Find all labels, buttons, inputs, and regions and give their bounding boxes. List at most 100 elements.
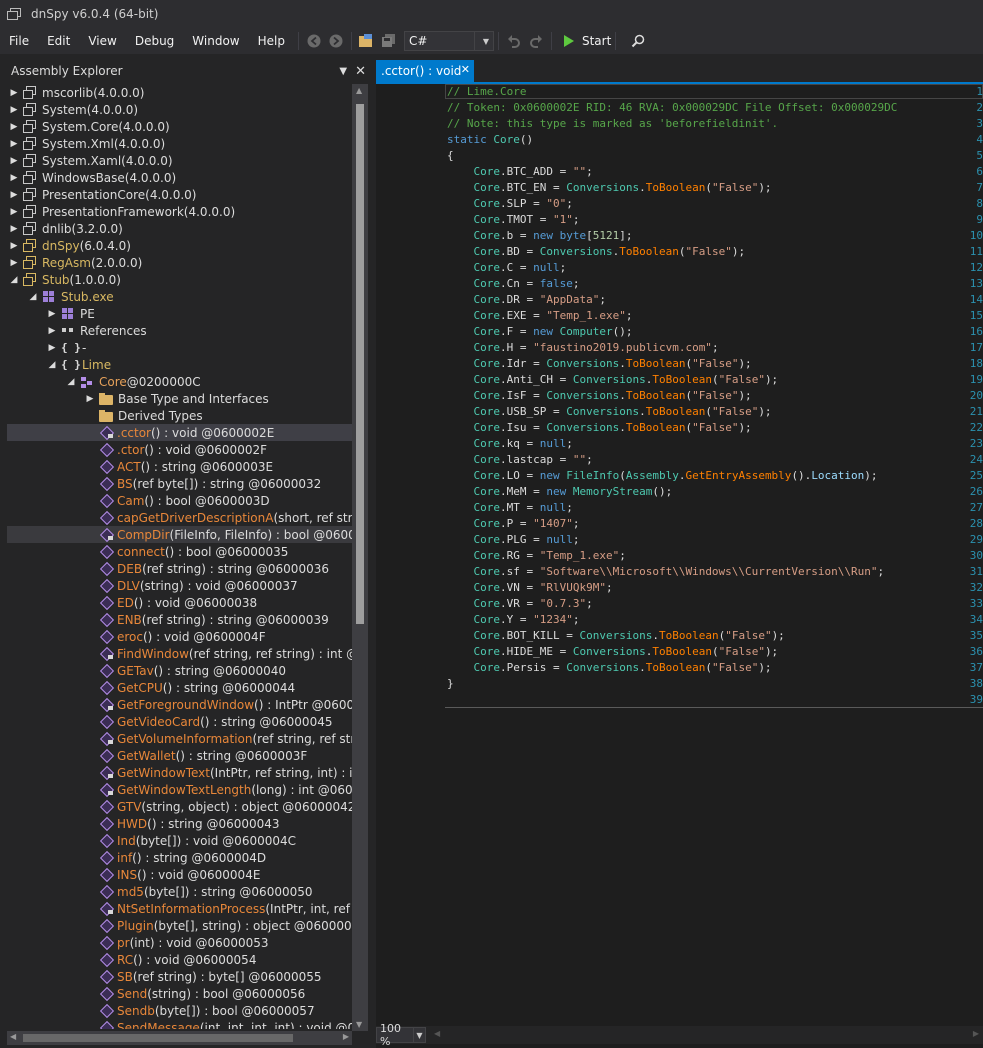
tree-item[interactable]: ▶ References bbox=[7, 322, 352, 339]
chevron-down-icon[interactable]: ▼ bbox=[414, 1027, 426, 1043]
tree-item[interactable]: ▶ dnSpy (6.0.4.0) bbox=[7, 237, 352, 254]
tree-item[interactable]: md5 (byte[]) : string @06000050 bbox=[7, 883, 352, 900]
scroll-right-icon[interactable]: ▶ bbox=[973, 1029, 979, 1038]
tree-item[interactable]: SendMessage (int, int, int, int) : void @… bbox=[7, 1019, 352, 1030]
tree-item[interactable]: DEB (ref string) : string @06000036 bbox=[7, 560, 352, 577]
tree-item[interactable]: connect() : bool @06000035 bbox=[7, 543, 352, 560]
expand-arrow-icon[interactable]: ▶ bbox=[47, 309, 57, 319]
tree-item[interactable]: GetWindowTextLength(long) : int @0600004 bbox=[7, 781, 352, 798]
tree-item[interactable]: Ind (byte[]) : void @0600004C bbox=[7, 832, 352, 849]
tree-item[interactable]: DLV (string) : void @06000037 bbox=[7, 577, 352, 594]
tree-item[interactable]: ▶ System.Xml (4.0.0.0) bbox=[7, 135, 352, 152]
close-icon[interactable]: ✕ bbox=[355, 64, 366, 79]
tree-item[interactable]: ▶ RegAsm (2.0.0.0) bbox=[7, 254, 352, 271]
tree-item[interactable]: eroc() : void @0600004F bbox=[7, 628, 352, 645]
tree-item[interactable]: GETav() : string @06000040 bbox=[7, 662, 352, 679]
scroll-left-icon[interactable]: ◀ bbox=[10, 1032, 16, 1041]
tree-vertical-scrollbar[interactable]: ▲ ▼ bbox=[352, 84, 368, 1031]
tree-item[interactable]: ▶ PresentationFramework (4.0.0.0) bbox=[7, 203, 352, 220]
expand-arrow-icon[interactable]: ▶ bbox=[85, 394, 95, 404]
tree-item[interactable]: ▶ System.Xaml (4.0.0.0) bbox=[7, 152, 352, 169]
expand-arrow-icon[interactable]: ▶ bbox=[9, 224, 19, 234]
tree-item[interactable]: ◢ { } Lime bbox=[7, 356, 352, 373]
scroll-left-icon[interactable]: ◀ bbox=[434, 1029, 440, 1038]
expand-arrow-icon[interactable]: ▶ bbox=[47, 326, 57, 336]
tree-item[interactable]: GetWindowText (IntPtr, ref string, int) :… bbox=[7, 764, 352, 781]
tree-item[interactable]: NtSetInformationProcess (IntPtr, int, ref… bbox=[7, 900, 352, 917]
scrollbar-thumb[interactable] bbox=[356, 104, 364, 624]
language-select[interactable]: C# ▼ bbox=[403, 31, 494, 51]
expand-arrow-icon[interactable]: ▶ bbox=[9, 139, 19, 149]
navigate-back-button[interactable] bbox=[304, 31, 324, 51]
scroll-up-icon[interactable]: ▲ bbox=[356, 86, 362, 95]
tree-item[interactable]: RC() : void @06000054 bbox=[7, 951, 352, 968]
expand-arrow-icon[interactable]: ▶ bbox=[9, 258, 19, 268]
tree-item[interactable]: CompDir (FileInfo, FileInfo) : bool @0600… bbox=[7, 526, 352, 543]
collapse-arrow-icon[interactable]: ◢ bbox=[66, 377, 76, 387]
scrollbar-thumb[interactable] bbox=[23, 1034, 293, 1042]
code-view[interactable]: 1 // Lime.Core 2 // Token: 0x0600002E RID: … bbox=[376, 84, 983, 1004]
expand-arrow-icon[interactable]: ▶ bbox=[9, 105, 19, 115]
tree-horizontal-scrollbar[interactable]: ◀ ▶ bbox=[7, 1031, 352, 1045]
tree-item[interactable]: ED() : void @06000038 bbox=[7, 594, 352, 611]
tree-item[interactable]: ▶ System.Core (4.0.0.0) bbox=[7, 118, 352, 135]
search-button[interactable] bbox=[628, 31, 648, 51]
tree-item[interactable]: ▶ mscorlib (4.0.0.0) bbox=[7, 84, 352, 101]
tree-item[interactable]: ▶ WindowsBase (4.0.0.0) bbox=[7, 169, 352, 186]
tree-item[interactable]: capGetDriverDescriptionA(short, ref stri… bbox=[7, 509, 352, 526]
close-icon[interactable]: ✕ bbox=[461, 63, 470, 76]
expand-arrow-icon[interactable]: ▶ bbox=[9, 173, 19, 183]
tree-item[interactable]: Cam() : bool @0600003D bbox=[7, 492, 352, 509]
tree-item[interactable]: ◢ Stub (1.0.0.0) bbox=[7, 271, 352, 288]
tree-item[interactable]: ▶ PresentationCore (4.0.0.0) bbox=[7, 186, 352, 203]
tree-item[interactable]: Sendb (byte[]) : bool @06000057 bbox=[7, 1002, 352, 1019]
start-debugging-button[interactable]: Start bbox=[563, 34, 611, 48]
tree-item[interactable]: FindWindow (ref string, ref string) : int… bbox=[7, 645, 352, 662]
editor-horizontal-scrollbar[interactable]: ◀ ▶ bbox=[432, 1028, 983, 1042]
tree-item[interactable]: pr (int) : void @06000053 bbox=[7, 934, 352, 951]
zoom-level[interactable]: 100 % bbox=[376, 1022, 414, 1048]
tree-item[interactable]: GetCPU() : string @06000044 bbox=[7, 679, 352, 696]
tree-item[interactable]: GetWallet() : string @0600003F bbox=[7, 747, 352, 764]
tree-item[interactable]: ENB (ref string) : string @06000039 bbox=[7, 611, 352, 628]
menu-debug[interactable]: Debug bbox=[126, 30, 183, 52]
scroll-right-icon[interactable]: ▶ bbox=[343, 1032, 349, 1041]
save-button[interactable] bbox=[379, 31, 399, 51]
tree-item[interactable]: Derived Types bbox=[7, 407, 352, 424]
expand-arrow-icon[interactable]: ▶ bbox=[9, 241, 19, 251]
tree-item[interactable]: inf() : string @0600004D bbox=[7, 849, 352, 866]
redo-button[interactable] bbox=[526, 31, 546, 51]
navigate-forward-button[interactable] bbox=[326, 31, 346, 51]
tree-item[interactable]: ◢ Core @0200000C bbox=[7, 373, 352, 390]
expand-arrow-icon[interactable]: ▶ bbox=[9, 190, 19, 200]
expand-arrow-icon[interactable]: ▶ bbox=[47, 343, 57, 353]
tree-item[interactable]: BS (ref byte[]) : string @06000032 bbox=[7, 475, 352, 492]
collapse-arrow-icon[interactable]: ◢ bbox=[9, 275, 19, 285]
tree-item[interactable]: INS() : void @0600004E bbox=[7, 866, 352, 883]
tree-item[interactable]: Send (string) : bool @06000056 bbox=[7, 985, 352, 1002]
scroll-down-icon[interactable]: ▼ bbox=[356, 1020, 362, 1029]
tree-item[interactable]: SB (ref string) : byte[] @06000055 bbox=[7, 968, 352, 985]
tree-item[interactable]: ▶ System (4.0.0.0) bbox=[7, 101, 352, 118]
collapse-arrow-icon[interactable]: ◢ bbox=[47, 360, 57, 370]
tree-item[interactable]: ◢ Stub.exe bbox=[7, 288, 352, 305]
tree-item[interactable]: ▶ Base Type and Interfaces bbox=[7, 390, 352, 407]
undo-button[interactable] bbox=[504, 31, 524, 51]
tree-item[interactable]: GetForegroundWindow() : IntPtr @0600003A bbox=[7, 696, 352, 713]
tree-item[interactable]: ▶ { } - bbox=[7, 339, 352, 356]
tree-item[interactable]: ▶ PE bbox=[7, 305, 352, 322]
tree-item[interactable]: .ctor() : void @0600002F bbox=[7, 441, 352, 458]
open-button[interactable] bbox=[357, 31, 377, 51]
panel-menu-chevron-icon[interactable]: ▼ bbox=[339, 66, 347, 77]
tab-cctor[interactable]: .cctor() : void ✕ bbox=[376, 60, 474, 82]
menu-help[interactable]: Help bbox=[249, 30, 294, 52]
menu-view[interactable]: View bbox=[79, 30, 125, 52]
expand-arrow-icon[interactable]: ▶ bbox=[9, 88, 19, 98]
tree-item[interactable]: ACT() : string @0600003E bbox=[7, 458, 352, 475]
expand-arrow-icon[interactable]: ▶ bbox=[9, 156, 19, 166]
expand-arrow-icon[interactable]: ▶ bbox=[9, 207, 19, 217]
tree-item[interactable]: ▶ dnlib (3.2.0.0) bbox=[7, 220, 352, 237]
tree-item[interactable]: .cctor() : void @0600002E bbox=[7, 424, 352, 441]
menu-window[interactable]: Window bbox=[183, 30, 248, 52]
collapse-arrow-icon[interactable]: ◢ bbox=[28, 292, 38, 302]
